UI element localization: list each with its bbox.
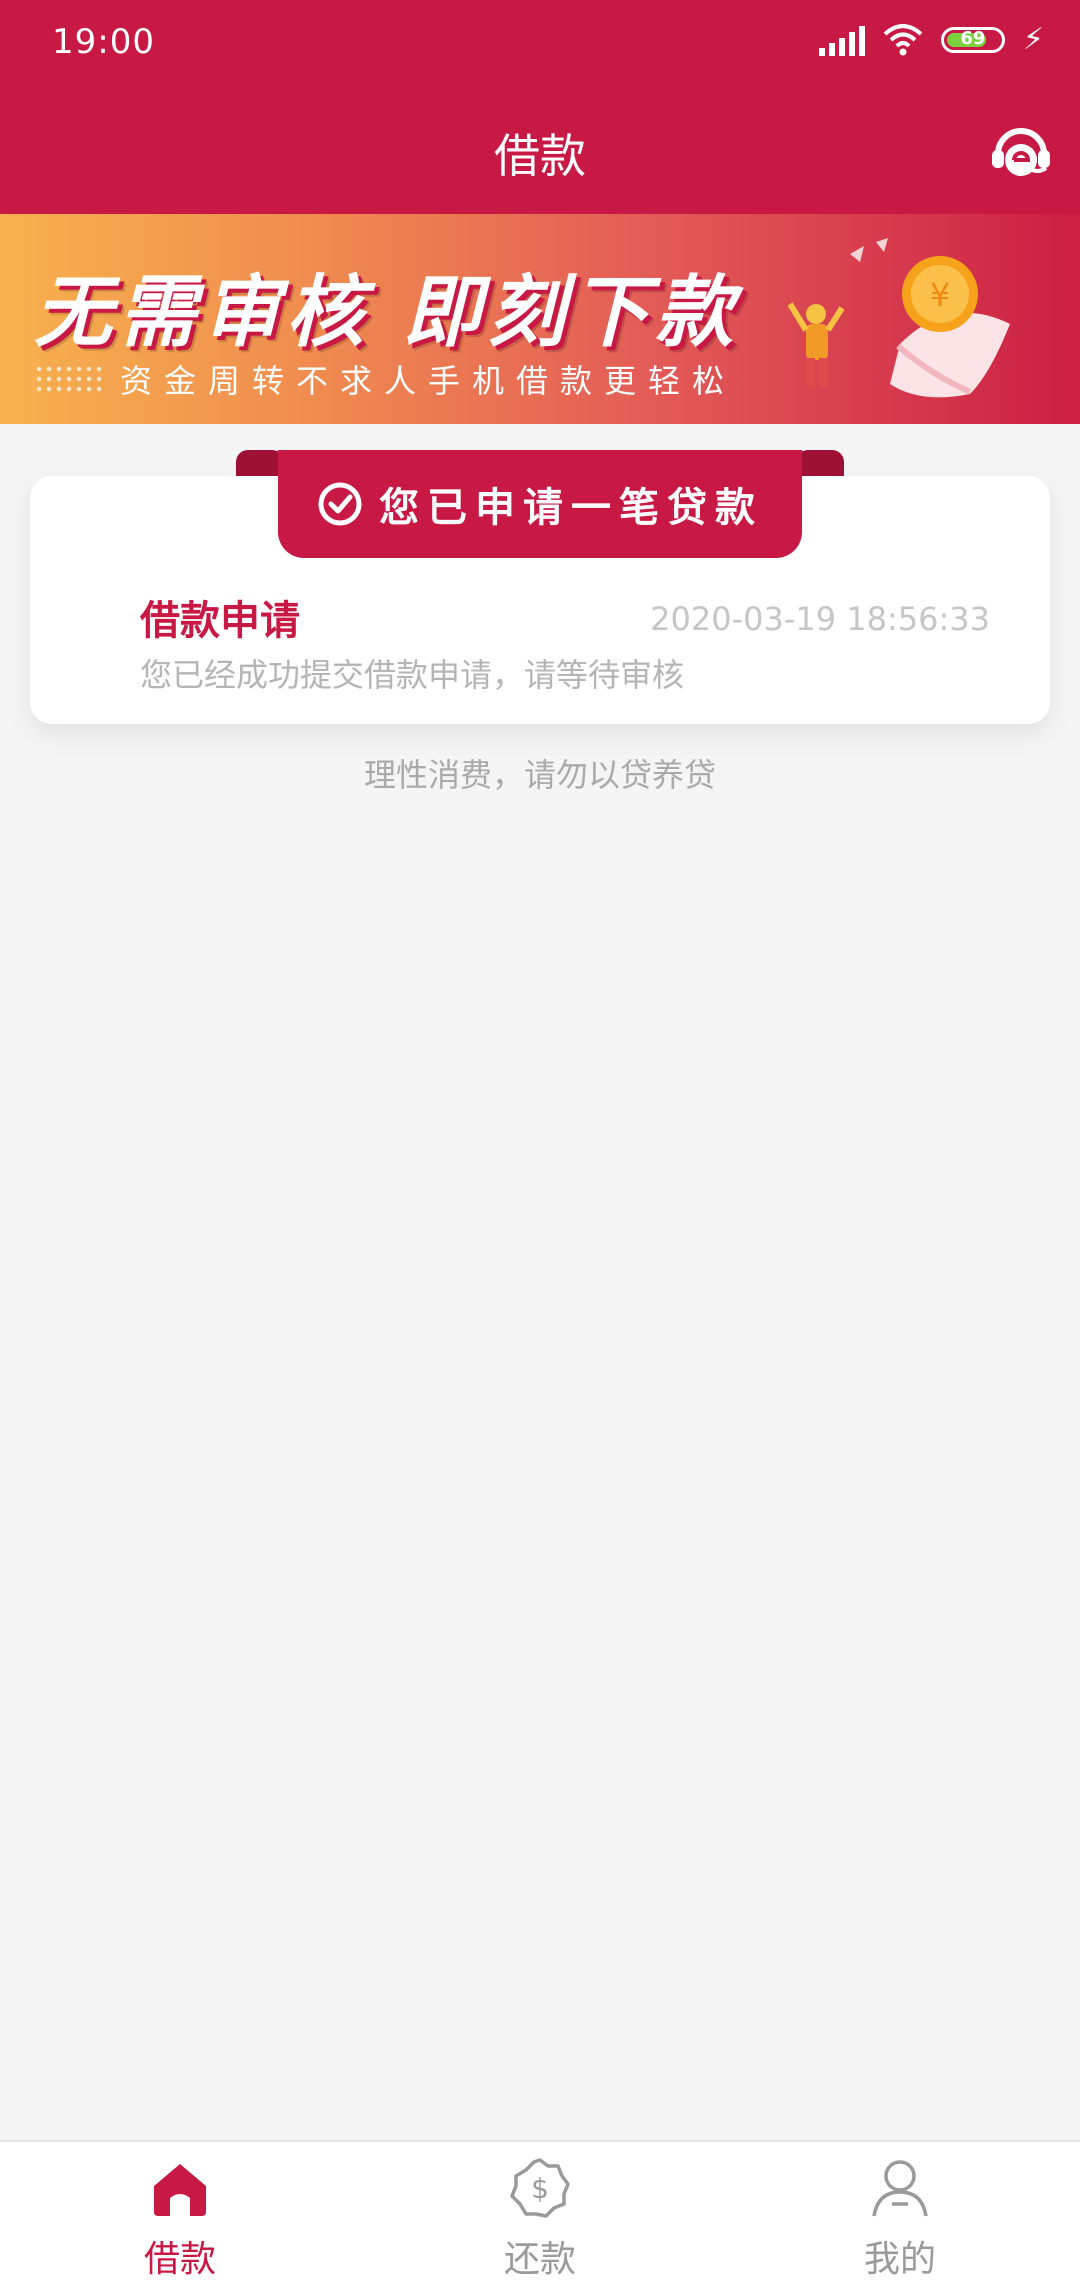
application-description: 您已经成功提交借款申请，请等待审核 [140, 656, 685, 694]
banner-dots-decoration [34, 364, 104, 394]
home-icon [154, 2164, 206, 2216]
nav-item-loan[interactable]: 借款 [0, 2142, 360, 2280]
application-time: 2020-03-19 18:56:33 [650, 600, 990, 638]
loan-screen: 19:00 69 ⚡ 借款 无需审核 即刻下款 资金周转不求人手机借款更轻松 ¥… [0, 0, 1080, 2280]
check-circle-icon [318, 482, 362, 526]
nav-item-mine[interactable]: 我的 [720, 2142, 1080, 2280]
wifi-icon [883, 23, 923, 55]
banner-title: 无需审核 即刻下款 [34, 268, 740, 358]
promo-banner[interactable]: 无需审核 即刻下款 资金周转不求人手机借款更轻松 ¥ [0, 214, 1080, 424]
repay-icon: $ [510, 2158, 570, 2218]
coin-illustration-icon: ¥ [787, 238, 1010, 398]
top-bar: 19:00 69 ⚡ 借款 [0, 0, 1080, 214]
status-ribbon: 您已申请一笔贷款 [236, 450, 844, 558]
svg-text:$: $ [531, 2172, 549, 2205]
status-icons: 69 ⚡ [818, 22, 1044, 57]
customer-service-icon[interactable] [988, 118, 1054, 184]
page-title: 借款 [494, 129, 586, 183]
user-icon [872, 2160, 928, 2217]
status-time: 19:00 [52, 22, 155, 62]
svg-text:¥: ¥ [930, 276, 950, 314]
signal-icon [818, 24, 865, 56]
responsible-lending-notice: 理性消费，请勿以贷养贷 [363, 756, 716, 794]
charging-icon: ⚡ [1022, 22, 1044, 57]
application-title: 借款申请 [140, 598, 300, 644]
bottom-nav: 借款 $ 还款 我的 [0, 2140, 1080, 2280]
banner-subtitle: 资金周转不求人手机借款更轻松 [120, 362, 737, 400]
nav-label-repay: 还款 [503, 2239, 576, 2280]
battery-icon: 69 [940, 26, 1005, 53]
nav-label-mine: 我的 [863, 2239, 936, 2280]
ribbon-banner: 您已申请一笔贷款 [278, 450, 802, 558]
battery-level: 69 [960, 27, 986, 49]
nav-item-repay[interactable]: $ 还款 [360, 2142, 720, 2280]
nav-label-loan: 借款 [143, 2239, 216, 2280]
ribbon-text: 您已申请一笔贷款 [379, 485, 763, 531]
